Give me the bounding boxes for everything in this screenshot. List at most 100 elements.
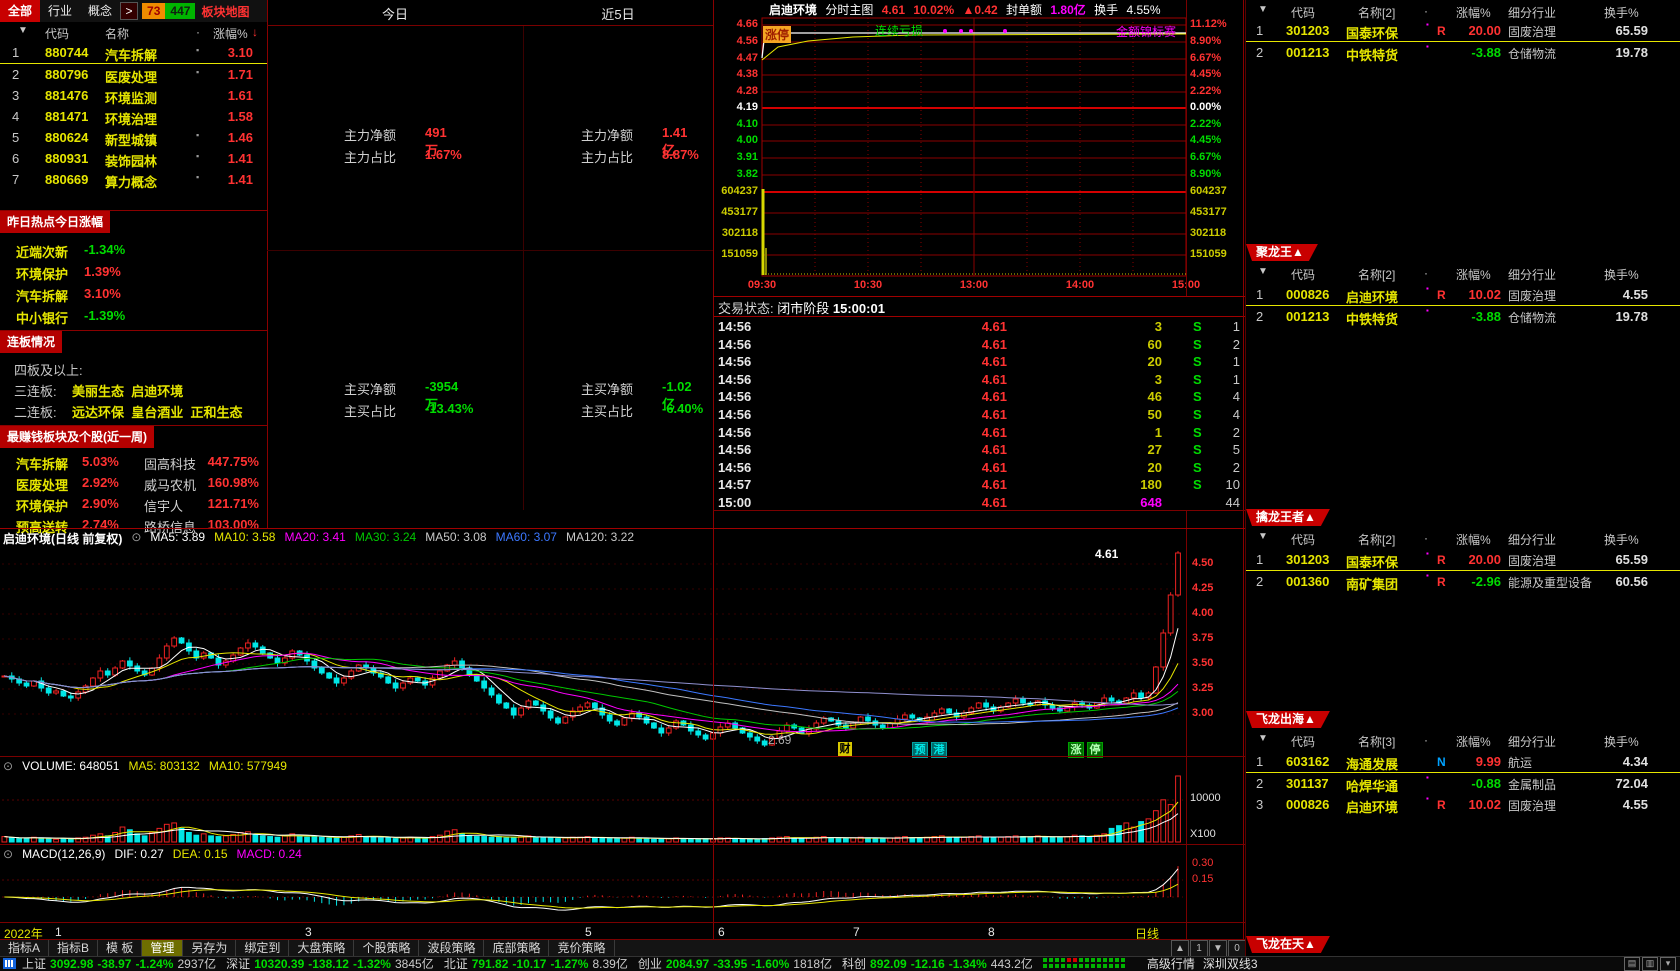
julongwang-banner[interactable]: 聚龙王▲	[1246, 244, 1318, 261]
col-industry[interactable]: 细分行业	[1508, 266, 1556, 283]
index-quote[interactable]: 北证791.82-10.17-1.27%8.39亿	[444, 955, 628, 971]
col-turnover[interactable]: 换手%	[1604, 733, 1639, 750]
stock-row[interactable]: 2 001213 中铁特货 ▪ -3.88 仓储物流 19.78	[1246, 306, 1680, 327]
sort-triangle-icon[interactable]: ▼	[1258, 531, 1268, 542]
hot-item[interactable]: 汽车拆解 3.10%	[0, 283, 267, 305]
lianban-stocks[interactable]: 美丽生态 启迪环境	[72, 381, 183, 400]
main-ratio-value: 1.67%	[425, 147, 462, 162]
qinlongwangzhe-banner[interactable]: 擒龙王者▲	[1246, 509, 1330, 526]
macd-dif: DIF: 0.27	[114, 847, 163, 861]
stock-row[interactable]: 1 000826 启迪环境 ▪ R 10.02 固废治理 4.55	[1246, 284, 1680, 306]
stock-row[interactable]: 2 301137 哈焊华通 ▪ -0.88 金属制品 72.04	[1246, 773, 1680, 794]
server-line-label[interactable]: 深圳双线3	[1203, 955, 1258, 971]
tick-row[interactable]: 14:56 4.61 46 S 4	[713, 388, 1245, 406]
index-quote[interactable]: 创业2084.97-33.95-1.60%1818亿	[638, 955, 832, 971]
chevron-right-icon[interactable]: >	[120, 2, 138, 20]
col-industry[interactable]: 细分行业	[1508, 733, 1556, 750]
sort-triangle-icon[interactable]: ▼	[1258, 4, 1268, 15]
col-pct[interactable]: 涨幅%	[1456, 531, 1491, 548]
row-change-pct: 20.00	[1451, 23, 1501, 38]
stock-row[interactable]: 2 001213 中铁特货 ▪ -3.88 仓储物流 19.78	[1246, 42, 1680, 63]
stock-row[interactable]: 1 301203 国泰环保 ▪ R 20.00 固废治理 65.59	[1246, 20, 1680, 42]
sort-triangle-icon[interactable]: ▼	[18, 25, 28, 36]
col-pct[interactable]: 涨幅%	[213, 25, 248, 42]
sector-index-row[interactable]: 7 880669 算力概念 ▪ 1.41	[0, 169, 267, 190]
sector-index-row[interactable]: 2 880796 医废处理 ▪ 1.71	[0, 64, 267, 85]
sort-triangle-icon[interactable]: ▼	[1258, 733, 1268, 744]
money-row[interactable]: 环境保护 2.90% 信宇人 121.71%	[0, 494, 267, 515]
advance-decline-counter: 73 447	[142, 3, 195, 19]
tick-row[interactable]: 14:56 4.61 20 S 2	[713, 459, 1245, 477]
col-code[interactable]: 代码	[1291, 266, 1315, 283]
col-name[interactable]: 名称[2]	[1358, 531, 1395, 548]
hot-item[interactable]: 中小银行 -1.39%	[0, 305, 267, 327]
hot-item[interactable]: 近端次新 -1.34%	[0, 239, 267, 261]
col-name[interactable]: 名称[3]	[1358, 733, 1395, 750]
sector-map-link[interactable]: 板块地图	[201, 3, 249, 20]
col-code[interactable]: 代码	[1291, 531, 1315, 548]
tick-row[interactable]: 14:56 4.61 20 S 1	[713, 353, 1245, 371]
stock-row[interactable]: 3 000826 启迪环境 ▪ R 10.02 固废治理 4.55	[1246, 794, 1680, 815]
index-quote[interactable]: 上证3092.98-38.97-1.24%2937亿	[22, 955, 216, 971]
col-pct[interactable]: 涨幅%	[1456, 266, 1491, 283]
feilongchuhai-banner[interactable]: 飞龙出海▲	[1246, 711, 1330, 728]
sector-index-row[interactable]: 6 880931 装饰园林 ▪ 1.41	[0, 148, 267, 169]
col-industry[interactable]: 细分行业	[1508, 4, 1556, 21]
tick-row[interactable]: 14:56 4.61 3 S 1	[713, 318, 1245, 336]
sector-index-row[interactable]: 1 880744 汽车拆解 ▪ 3.10	[0, 42, 267, 64]
sort-triangle-icon[interactable]: ▼	[1258, 266, 1268, 277]
tick-price: 4.61	[957, 389, 1007, 404]
index-quote[interactable]: 科创892.09-12.16-1.34%443.2亿	[842, 955, 1033, 971]
col-code[interactable]: 代码	[1291, 4, 1315, 21]
quote-mode-label[interactable]: 高级行情	[1147, 955, 1195, 971]
row-change-pct: 9.99	[1451, 754, 1501, 769]
col-turnover[interactable]: 换手%	[1604, 266, 1639, 283]
money-row[interactable]: 汽车拆解 5.03% 固高科技 447.75%	[0, 452, 267, 473]
tab-all[interactable]: 全部	[0, 0, 40, 22]
flow-today-title[interactable]: 今日	[267, 4, 523, 23]
lianban-stocks[interactable]: 远达环保 皇台酒业 正和生态	[72, 402, 242, 421]
tick-row[interactable]: 14:56 4.61 60 S 2	[713, 336, 1245, 354]
money-sector: 医废处理	[16, 475, 68, 494]
col-code[interactable]: 代码	[1291, 733, 1315, 750]
tick-row[interactable]: 14:56 4.61 3 S 1	[713, 371, 1245, 389]
hot-item[interactable]: 环境保护 1.39%	[0, 261, 267, 283]
sector-index-row[interactable]: 4 881471 环境治理 1.58	[0, 106, 267, 127]
collapse-icon[interactable]: ⊙	[3, 759, 13, 773]
collapse-icon[interactable]: ⊙	[3, 847, 13, 861]
buy-net-label: 主买净额	[344, 382, 396, 397]
tick-row[interactable]: 14:56 4.61 1 S 2	[713, 424, 1245, 442]
money-row[interactable]: 医废处理 2.92% 威马农机 160.98%	[0, 473, 267, 494]
col-name[interactable]: 名称	[105, 25, 129, 42]
sector-index-row[interactable]: 3 881476 环境监测 1.61	[0, 85, 267, 106]
tab-concept[interactable]: 概念	[80, 0, 120, 22]
col-name[interactable]: 名称[2]	[1358, 4, 1395, 21]
minute-chart-plot[interactable]	[713, 0, 1245, 296]
tick-row[interactable]: 14:56 4.61 50 S 4	[713, 406, 1245, 424]
col-pct[interactable]: 涨幅%	[1456, 733, 1491, 750]
stock-row[interactable]: 1 301203 国泰环保 ▪ R 20.00 固废治理 65.59	[1246, 549, 1680, 571]
flow-recent5-title[interactable]: 近5日	[523, 4, 713, 23]
index-quote[interactable]: 深证10320.39-138.12-1.32%3845亿	[226, 955, 434, 971]
col-turnover[interactable]: 换手%	[1604, 4, 1639, 21]
tab-industry[interactable]: 行业	[40, 0, 80, 22]
col-name[interactable]: 名称[2]	[1358, 266, 1395, 283]
tick-row[interactable]: 15:00 4.61 648 44	[713, 494, 1245, 512]
window-icon[interactable]: ▤	[1624, 957, 1640, 971]
window-icon[interactable]: ▾	[1660, 957, 1676, 971]
stock-row[interactable]: 2 001360 南矿集团 ▪ R -2.96 能源及重型设备 60.56	[1246, 571, 1680, 592]
row-name: 算力概念	[105, 172, 157, 191]
event-badge[interactable]: 财	[838, 742, 852, 756]
window-icon[interactable]: ▥	[1642, 957, 1658, 971]
stock-row[interactable]: 1 603162 海通发展 N 9.99 航运 4.34	[1246, 751, 1680, 773]
col-turnover[interactable]: 换手%	[1604, 531, 1639, 548]
market-chart-icon[interactable]	[3, 958, 16, 969]
tick-row[interactable]: 14:57 4.61 180 S 10	[713, 476, 1245, 494]
sector-index-row[interactable]: 5 880624 新型城镇 ▪ 1.46	[0, 127, 267, 148]
col-industry[interactable]: 细分行业	[1508, 531, 1556, 548]
feilongzaitian-banner[interactable]: 飞龙在天▲	[1246, 936, 1330, 953]
col-code[interactable]: 代码	[45, 25, 69, 42]
daily-kline-plot[interactable]	[0, 528, 1245, 939]
col-pct[interactable]: 涨幅%	[1456, 4, 1491, 21]
tick-row[interactable]: 14:56 4.61 27 S 5	[713, 441, 1245, 459]
